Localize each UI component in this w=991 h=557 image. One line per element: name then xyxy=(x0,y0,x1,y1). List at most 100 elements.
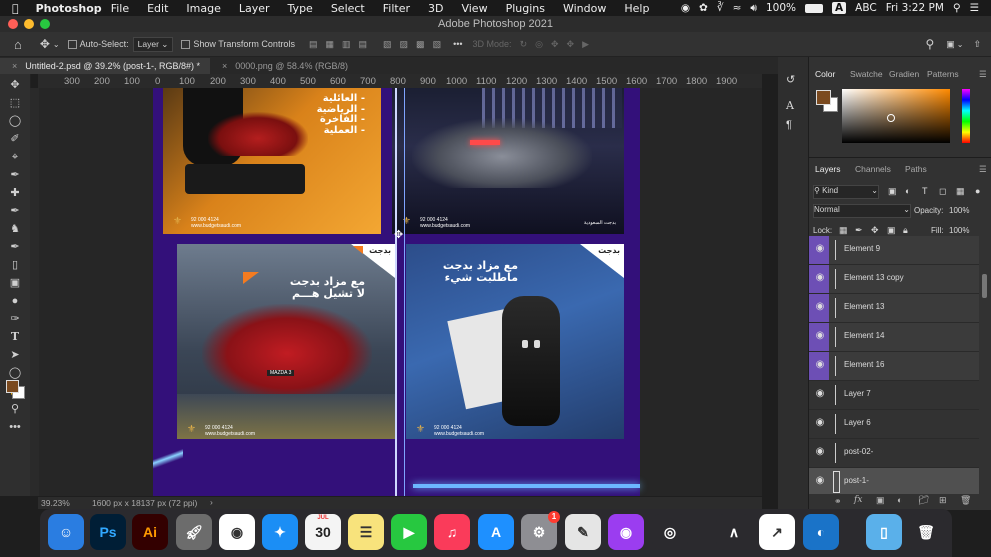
chevron-down-icon[interactable]: ⌄ xyxy=(957,40,964,49)
hue-slider[interactable] xyxy=(962,89,970,143)
battery-icon[interactable] xyxy=(805,3,824,13)
filter-toggle-icon[interactable]: ● xyxy=(975,186,980,196)
safari-icon[interactable]: ✦ xyxy=(262,514,298,550)
quick-select-tool-icon[interactable]: ✐ xyxy=(7,132,23,146)
lock-artboard-icon[interactable]: ▣ xyxy=(887,225,896,236)
launchpad-icon[interactable]: 🚀︎ xyxy=(176,514,212,550)
lock-all-icon[interactable]: 🔒︎ xyxy=(903,225,908,236)
eye-icon[interactable]: ◉ xyxy=(814,330,826,344)
guide-vertical[interactable] xyxy=(395,88,397,496)
adjustment-layer-icon[interactable]: ◐ xyxy=(897,495,902,505)
layer-row-layer-7[interactable]: ◉ Layer 7 xyxy=(809,381,979,410)
battery-percent[interactable]: 100% xyxy=(766,2,796,14)
clone-stamp-tool-icon[interactable]: ♞ xyxy=(7,222,23,236)
illustrator-icon[interactable]: Ai xyxy=(132,514,168,550)
layer-row-element-16[interactable]: ◉ Element 16 xyxy=(809,352,979,381)
tab-swatches[interactable]: Swatche xyxy=(850,69,883,79)
filter-smart-object-icon[interactable]: ▦ xyxy=(956,186,965,197)
3d-orbit-icon[interactable]: ↻ xyxy=(520,39,528,50)
clock[interactable]: Fri 3:22 PM xyxy=(886,2,944,14)
workspace-icon[interactable]: ▣ xyxy=(946,39,955,50)
lock-pixels-icon[interactable]: ✒ xyxy=(855,225,863,236)
blender-icon[interactable]: ◎ xyxy=(652,514,688,550)
lasso-tool-icon[interactable]: ◯ xyxy=(7,114,23,128)
menu-window[interactable]: Window xyxy=(563,2,606,15)
crop-tool-icon[interactable]: ⌖ xyxy=(7,150,23,164)
auto-select-dropdown[interactable]: Layer ⌄ xyxy=(132,36,174,52)
ellipse-tool-icon[interactable]: ◯ xyxy=(7,366,23,380)
post-tile-red-car[interactable]: بدجت مع مزاد بدجت لا تشيل هـــم MAZDA 3 … xyxy=(177,244,395,439)
eye-icon[interactable]: ◉ xyxy=(814,272,826,286)
show-transform-checkbox[interactable] xyxy=(181,39,191,49)
align-right-icon[interactable]: ▥ xyxy=(342,39,351,50)
podcasts-icon[interactable]: ◉ xyxy=(608,514,644,550)
edge-icon[interactable]: ◐ xyxy=(803,514,839,550)
add-mask-icon[interactable]: ▣ xyxy=(876,495,885,506)
input-source-label[interactable]: ABC xyxy=(855,2,877,14)
align-center-icon[interactable]: ▦ xyxy=(325,39,334,50)
history-brush-tool-icon[interactable]: ✒ xyxy=(7,240,23,254)
lock-position-icon[interactable]: ✥ xyxy=(871,225,879,236)
eye-icon[interactable]: ◉ xyxy=(814,243,826,257)
tab-0000-png[interactable]: × 0000.png @ 58.4% (RGB/8) xyxy=(210,58,358,74)
tab-gradients[interactable]: Gradien xyxy=(889,69,919,79)
tab-channels[interactable]: Channels xyxy=(855,164,891,174)
system-preferences-icon[interactable]: ⚙ 1 xyxy=(521,511,560,550)
type-tool-icon[interactable]: T xyxy=(7,330,23,344)
history-icon[interactable]: ↺ xyxy=(786,73,795,86)
fill-value[interactable]: 100% xyxy=(949,226,969,235)
distribute-icon[interactable]: ▤ xyxy=(359,39,368,50)
character-icon[interactable]: A xyxy=(786,99,794,112)
trash-icon[interactable]: 🗑︎ xyxy=(908,514,944,550)
menu-view[interactable]: View xyxy=(461,2,487,15)
eye-icon[interactable]: ◉ xyxy=(814,388,826,402)
calendar-icon[interactable]: 30 JUL xyxy=(305,514,341,550)
post-tile-dark[interactable]: ⚜ 92 000 4124 www.budgetsaudi.com بدجت ا… xyxy=(392,88,624,234)
search-icon[interactable]: ⚲ xyxy=(925,37,934,51)
link-layers-icon[interactable]: ⚭ xyxy=(834,496,842,507)
delete-layer-icon[interactable]: 🗑︎ xyxy=(960,495,971,506)
close-icon[interactable]: × xyxy=(222,58,227,74)
path-select-tool-icon[interactable]: ➤ xyxy=(7,348,23,362)
dodge-tool-icon[interactable]: ● xyxy=(7,294,23,308)
folder-icon[interactable]: ▯ xyxy=(866,514,902,550)
menu-layer[interactable]: Layer xyxy=(239,2,270,15)
eraser-tool-icon[interactable]: ▯ xyxy=(7,258,23,272)
menu-select[interactable]: Select xyxy=(331,2,365,15)
3d-roll-icon[interactable]: ◎ xyxy=(535,39,543,50)
appstore-icon[interactable]: A xyxy=(478,514,514,550)
new-group-icon[interactable]: 📁︎ xyxy=(918,495,929,506)
notes-icon[interactable]: ☰ xyxy=(348,514,384,550)
tab-paths[interactable]: Paths xyxy=(905,164,927,174)
gradient-tool-icon[interactable]: ▣ xyxy=(7,276,23,290)
layer-row-layer-6[interactable]: ◉ Layer 6 xyxy=(809,410,979,439)
move-tool-options-icon[interactable]: ✥ xyxy=(40,37,50,51)
apple-icon[interactable]:  xyxy=(12,2,19,15)
menu-3d[interactable]: 3D xyxy=(428,2,443,15)
music-icon[interactable]: ♫ xyxy=(434,514,470,550)
layer-kind-filter[interactable]: ⚲ Kind ⌄ xyxy=(813,185,879,199)
marquee-tool-icon[interactable]: ⬚ xyxy=(7,96,23,110)
eye-icon[interactable]: ◉ xyxy=(814,301,826,315)
chrome-icon[interactable]: ◉ xyxy=(219,514,255,550)
close-icon[interactable]: × xyxy=(12,58,17,74)
spotlight-icon[interactable]: ⚲ xyxy=(953,2,961,14)
layer-row-post-02[interactable]: ◉ post-02- xyxy=(809,439,979,468)
script-editor-icon[interactable]: ✎ xyxy=(565,514,601,550)
wifi-icon[interactable]: ≈ xyxy=(733,2,742,14)
color-picker-cursor[interactable] xyxy=(887,114,895,122)
activity-chart-icon[interactable]: ↗ xyxy=(759,514,795,550)
auto-select-checkbox[interactable] xyxy=(67,39,77,49)
color-picker-field[interactable] xyxy=(842,89,950,143)
control-center-icon[interactable]: ☰ xyxy=(970,2,979,14)
chevron-down-icon[interactable]: ⌄ xyxy=(53,40,60,49)
photoshop-icon[interactable]: Ps xyxy=(90,514,126,550)
volume-icon[interactable]: 🔊︎ xyxy=(750,2,757,15)
paragraph-icon[interactable]: ¶ xyxy=(786,119,792,131)
filter-type-icon[interactable]: T xyxy=(922,186,928,196)
opacity-value[interactable]: 100% xyxy=(949,206,969,215)
3d-drag-icon[interactable]: ✥ xyxy=(551,39,559,50)
3d-slide-icon[interactable]: ✥ xyxy=(567,39,575,50)
filter-adjustment-icon[interactable]: ◐ xyxy=(905,186,910,196)
menu-type[interactable]: Type xyxy=(288,2,313,15)
